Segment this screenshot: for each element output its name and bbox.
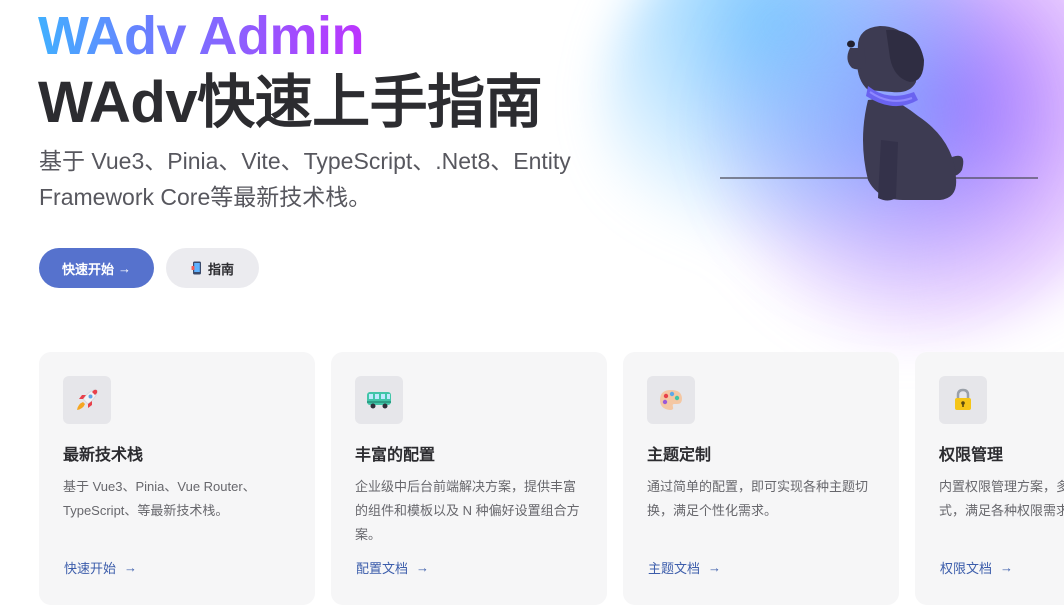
guide-label: 指南: [207, 261, 234, 277]
feature-title: 主题定制: [647, 447, 712, 464]
arrow-right-icon: →: [118, 260, 131, 276]
quick-start-button[interactable]: 快速开始 →: [39, 248, 154, 288]
feature-description: 基于 Vue3、Pinia、Vue Router、TypeScript、等最新技…: [63, 479, 256, 518]
config-docs-link[interactable]: 配置文档 →: [356, 558, 429, 577]
hero-title: WAdv快速上手指南: [38, 70, 543, 135]
feature-title: 权限管理: [939, 447, 1004, 464]
feature-card: 丰富的配置 企业级中后台前端解决方案，提供丰富的组件和模板以及 N 种偏好设置组…: [331, 352, 607, 605]
feature-icon-box: [647, 376, 695, 424]
hero-name: WAdv Admin: [38, 2, 365, 70]
feature-card: 主题定制 通过简单的配置，即可实现各种主题切换，满足个性化需求。 主题文档 →: [623, 352, 899, 605]
feature-cards: 最新技术栈 基于 Vue3、Pinia、Vue Router、TypeScrip…: [39, 352, 1064, 605]
arrow-right-icon: →: [124, 560, 138, 575]
rocket-icon: [77, 389, 98, 410]
permission-docs-link[interactable]: 权限文档 →: [940, 558, 1013, 577]
bus-icon: [367, 392, 391, 409]
hero-actions: 快速开始 → 指南: [39, 248, 259, 288]
feature-card: 权限管理 内置权限管理方案，多种权限控制方式，满足各种权限需求。 权限文档 →: [915, 352, 1064, 605]
feature-description: 企业级中后台前端解决方案，提供丰富的组件和模板以及 N 种偏好设置组合方案。: [355, 479, 580, 542]
feature-title: 最新技术栈: [63, 447, 144, 464]
feature-icon-box: [355, 376, 403, 424]
lock-icon: [955, 388, 971, 410]
home-page: WAdv Admin WAdv快速上手指南 基于 Vue3、Pinia、Vite…: [0, 0, 1064, 611]
dog-illustration: [720, 26, 1038, 201]
feature-title: 丰富的配置: [355, 447, 436, 464]
feature-link-label: 配置文档: [356, 561, 409, 576]
feature-link-label: 主题文档: [648, 561, 701, 576]
feature-icon-box: [939, 376, 987, 424]
feature-description: 内置权限管理方案，多种权限控制方式，满足各种权限需求。: [939, 479, 1064, 518]
arrow-right-icon: →: [708, 560, 722, 575]
feature-link-label: 快速开始: [64, 561, 117, 576]
theme-docs-link[interactable]: 主题文档 →: [648, 558, 721, 577]
quick-start-label: 快速开始: [61, 261, 114, 277]
feature-description: 通过简单的配置，即可实现各种主题切换，满足个性化需求。: [647, 479, 869, 518]
mobile-phone-icon: [191, 261, 201, 275]
feature-icon-box: [63, 376, 111, 424]
feature-card: 最新技术栈 基于 Vue3、Pinia、Vue Router、TypeScrip…: [39, 352, 315, 605]
arrow-right-icon: →: [416, 560, 430, 575]
quick-start-link[interactable]: 快速开始 →: [64, 558, 137, 577]
arrow-right-icon: →: [1000, 560, 1014, 575]
hero-tagline: 基于 Vue3、Pinia、Vite、TypeScript、.Net8、Enti…: [39, 148, 571, 210]
feature-link-label: 权限文档: [940, 561, 993, 576]
palette-icon: [660, 390, 682, 410]
guide-button[interactable]: 指南: [166, 248, 259, 288]
